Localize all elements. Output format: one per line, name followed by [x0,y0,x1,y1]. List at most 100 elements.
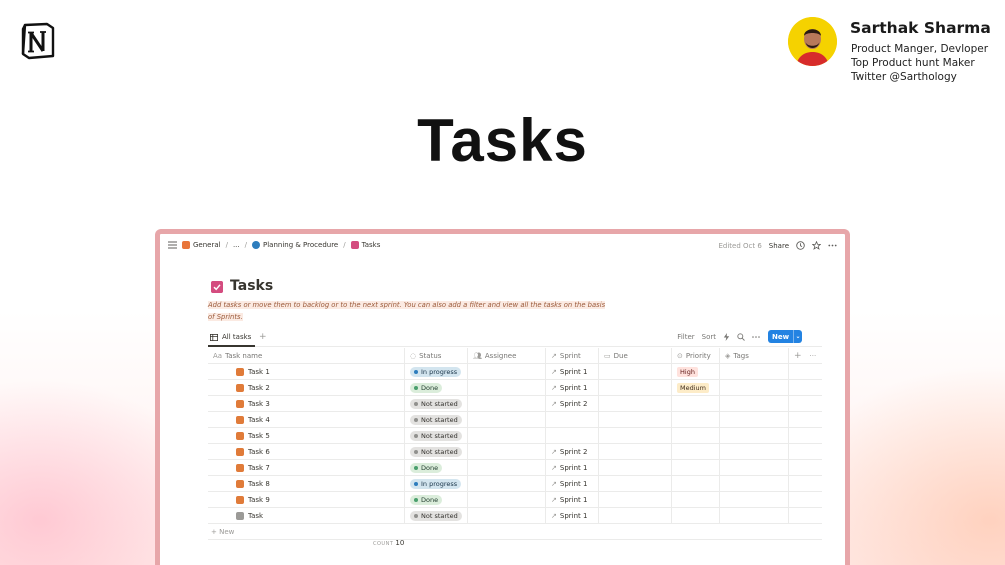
filter-button[interactable]: Filter [677,333,694,341]
cell-priority[interactable] [672,492,720,508]
cell-sprint[interactable]: ↗ Sprint 1 [546,364,599,380]
add-new-row-button[interactable]: + New [208,524,822,540]
more-options-icon[interactable] [752,333,760,341]
cell-sprint[interactable]: ↗ Sprint 1 [546,460,599,476]
cell-due[interactable] [599,460,672,476]
cell-sprint[interactable]: ↗ Sprint 2 [546,396,599,412]
cell-due[interactable] [599,396,672,412]
cell-sprint[interactable] [546,428,599,444]
sort-button[interactable]: Sort [702,333,716,341]
menu-icon[interactable] [168,241,177,249]
tab-all-tasks[interactable]: All tasks [210,333,251,341]
table-row[interactable]: Task 1 In progress ↗ Sprint 1 High [208,364,822,380]
column-header-priority[interactable]: ⊙ Priority [672,348,720,364]
column-header-tags[interactable]: ◈ Tags [720,348,789,364]
clock-icon[interactable] [796,241,805,250]
cell-status[interactable]: Not started [405,396,468,412]
cell-priority[interactable] [672,396,720,412]
cell-sprint[interactable]: ↗ Sprint 2 [546,444,599,460]
cell-sprint[interactable] [546,412,599,428]
cell-due[interactable] [599,444,672,460]
table-row[interactable]: Task 5 Not started [208,428,822,444]
cell-status[interactable]: Not started [405,508,468,524]
more-options-icon[interactable]: ··· [810,352,817,360]
breadcrumb-ellipsis[interactable]: ... [233,241,240,249]
column-header-sprint[interactable]: ↗ Sprint [546,348,599,364]
cell-tags[interactable] [720,364,789,380]
column-header-assignee[interactable]: 👥︎ Assignee [468,348,546,364]
cell-task-name[interactable]: Task 2 [208,380,405,396]
cell-status[interactable]: Not started [405,412,468,428]
search-icon[interactable] [737,333,745,341]
cell-assignee[interactable] [468,460,546,476]
more-options-icon[interactable] [828,241,837,250]
cell-tags[interactable] [720,476,789,492]
column-header-status[interactable]: ◌ Status [405,348,468,364]
cell-task-name[interactable]: Task 5 [208,428,405,444]
cell-assignee[interactable] [468,476,546,492]
column-header-due[interactable]: ▭ Due [599,348,672,364]
cell-priority[interactable]: High [672,364,720,380]
lightning-icon[interactable] [723,333,730,341]
table-row[interactable]: Task 9 Done ↗ Sprint 1 [208,492,822,508]
cell-priority[interactable] [672,476,720,492]
cell-sprint[interactable]: ↗ Sprint 1 [546,476,599,492]
cell-tags[interactable] [720,460,789,476]
cell-task-name[interactable]: Task 8 [208,476,405,492]
breadcrumb-planning[interactable]: Planning & Procedure [263,241,338,249]
cell-task-name[interactable]: Task 3 [208,396,405,412]
cell-assignee[interactable] [468,492,546,508]
new-button[interactable]: New ⌄ [768,330,802,343]
cell-status[interactable]: Not started [405,428,468,444]
cell-due[interactable] [599,364,672,380]
star-icon[interactable] [812,241,821,250]
cell-priority[interactable] [672,412,720,428]
cell-sprint[interactable]: ↗ Sprint 1 [546,508,599,524]
cell-task-name[interactable]: Task 1 [208,364,405,380]
table-row[interactable]: Task 4 Not started [208,412,822,428]
add-property-button[interactable]: + [794,351,802,361]
cell-due[interactable] [599,412,672,428]
cell-tags[interactable] [720,508,789,524]
table-row[interactable]: Task 2 Done ↗ Sprint 1 Medium [208,380,822,396]
table-row[interactable]: Task 3 Not started ↗ Sprint 2 [208,396,822,412]
breadcrumb-tasks[interactable]: Tasks [362,241,381,249]
cell-task-name[interactable]: Task 4 [208,412,405,428]
table-row[interactable]: Task 8 In progress ↗ Sprint 1 [208,476,822,492]
table-row[interactable]: Task 6 Not started ↗ Sprint 2 [208,444,822,460]
cell-due[interactable] [599,428,672,444]
cell-priority[interactable]: Medium [672,380,720,396]
cell-due[interactable] [599,380,672,396]
cell-priority[interactable] [672,460,720,476]
cell-task-name[interactable]: Task 7 [208,460,405,476]
cell-due[interactable] [599,508,672,524]
add-view-button[interactable]: + [259,332,267,342]
table-row[interactable]: Task 7 Done ↗ Sprint 1 [208,460,822,476]
cell-sprint[interactable]: ↗ Sprint 1 [546,380,599,396]
cell-task-name[interactable]: Task 9 [208,492,405,508]
table-row[interactable]: Task Not started ↗ Sprint 1 [208,508,822,524]
cell-status[interactable]: Done [405,492,468,508]
column-header-task-name[interactable]: Aa Task name [208,348,405,364]
cell-status[interactable]: In progress [405,476,468,492]
cell-assignee[interactable] [468,508,546,524]
cell-priority[interactable] [672,444,720,460]
cell-sprint[interactable]: ↗ Sprint 1 [546,492,599,508]
cell-tags[interactable] [720,412,789,428]
cell-priority[interactable] [672,428,720,444]
cell-assignee[interactable] [468,412,546,428]
cell-tags[interactable] [720,396,789,412]
cell-assignee[interactable] [468,396,546,412]
cell-tags[interactable] [720,380,789,396]
cell-task-name[interactable]: Task 6 [208,444,405,460]
cell-due[interactable] [599,492,672,508]
cell-assignee[interactable] [468,428,546,444]
cell-status[interactable]: In progress [405,364,468,380]
cell-assignee[interactable] [468,444,546,460]
share-button[interactable]: Share [769,242,789,250]
cell-assignee[interactable] [468,364,546,380]
breadcrumb-general[interactable]: General [193,241,221,249]
chevron-down-icon[interactable]: ⌄ [793,330,802,343]
cell-status[interactable]: Done [405,460,468,476]
cell-tags[interactable] [720,444,789,460]
